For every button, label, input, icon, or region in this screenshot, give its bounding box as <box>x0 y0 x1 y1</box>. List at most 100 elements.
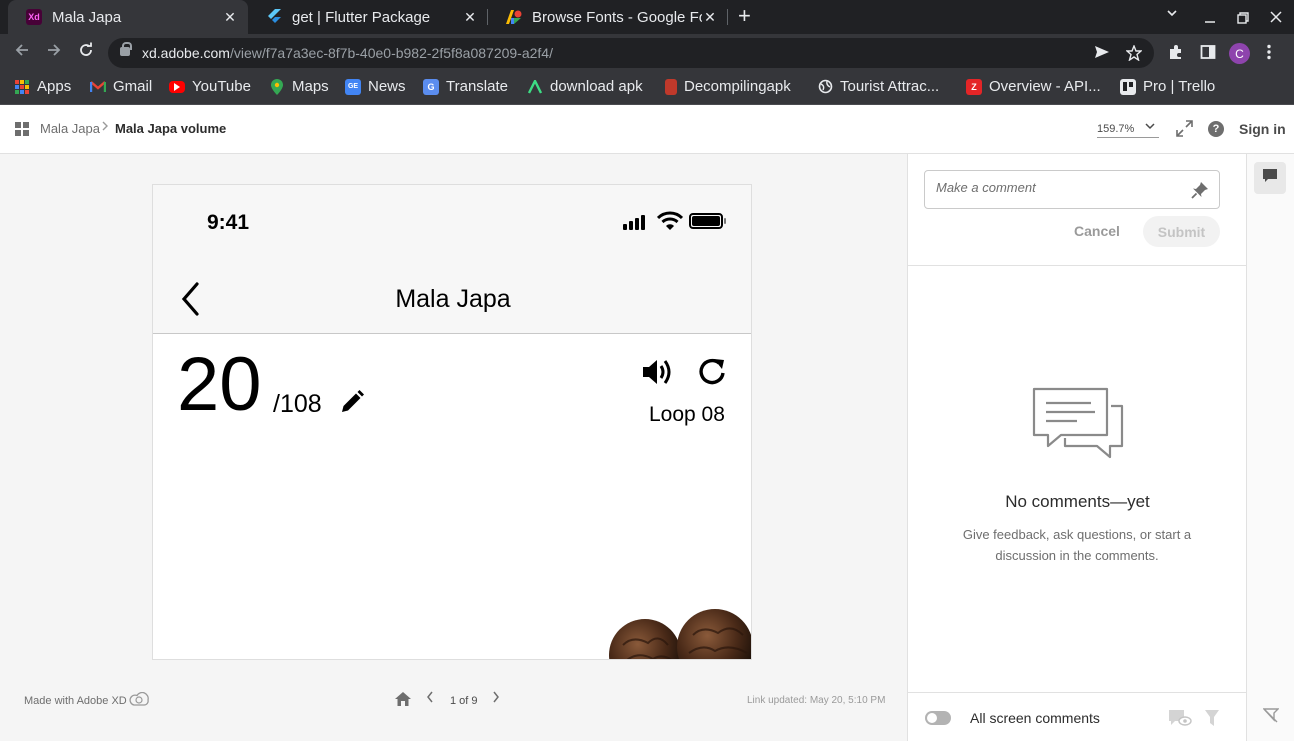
bookmark-label: Overview - API... <box>989 78 1101 95</box>
cancel-button[interactable]: Cancel <box>1074 223 1120 239</box>
divider <box>908 265 1247 266</box>
xd-header: Mala Japa Mala Japa volume 159.7% ? Sign… <box>0 105 1294 154</box>
bookmark-maps[interactable]: Maps <box>269 78 329 95</box>
bookmark-label: News <box>368 78 406 95</box>
close-icon[interactable]: ✕ <box>222 9 238 26</box>
kebab-menu-icon[interactable] <box>1266 44 1272 64</box>
sign-in-link[interactable]: Sign in <box>1239 121 1286 137</box>
breadcrumb-root[interactable]: Mala Japa <box>40 121 100 136</box>
bookmark-label: Decompilingapk <box>684 78 791 95</box>
close-icon[interactable]: ✕ <box>462 9 478 26</box>
wifi-icon <box>656 211 684 236</box>
translate-icon: G <box>423 78 439 95</box>
bookmark-news[interactable]: GE News <box>345 78 406 95</box>
loop-counter: Loop 08 <box>649 403 725 426</box>
bookmark-label: Translate <box>446 78 508 95</box>
help-icon[interactable]: ? <box>1208 121 1224 137</box>
address-bar[interactable]: xd.adobe.com/view/f7a7a3ec-8f7b-40e0-b98… <box>108 38 1154 68</box>
flutter-icon <box>266 9 282 25</box>
bookmark-overview-api[interactable]: Z Overview - API... <box>966 78 1101 95</box>
zoom-value: 159.7% <box>1097 123 1135 135</box>
new-tab-button[interactable]: + <box>738 5 751 27</box>
profile-avatar[interactable]: C <box>1229 43 1250 64</box>
bookmark-decompilingapk[interactable]: Decompilingapk <box>665 78 791 95</box>
comment-input[interactable] <box>936 180 1176 195</box>
trello-icon <box>1120 78 1136 95</box>
bookmark-download-apk[interactable]: download apk <box>527 78 643 95</box>
restore-icon[interactable] <box>1237 11 1249 27</box>
bookmark-trello[interactable]: Pro | Trello <box>1120 78 1215 95</box>
next-screen-icon[interactable] <box>492 690 500 709</box>
edit-pencil-icon[interactable] <box>339 389 365 420</box>
comments-toggle-button[interactable] <box>1254 162 1286 194</box>
chevron-right-icon <box>101 120 109 135</box>
news-icon: GE <box>345 78 361 95</box>
signal-icon <box>623 214 645 230</box>
volume-icon[interactable] <box>641 357 673 392</box>
fullscreen-icon[interactable] <box>1176 120 1193 142</box>
screen-title: Mala Japa <box>395 285 511 313</box>
grid-view-icon[interactable] <box>15 122 29 136</box>
bookmark-star-icon[interactable] <box>1125 44 1143 65</box>
bookmark-label: Maps <box>292 78 329 95</box>
zoom-select[interactable]: 159.7% <box>1097 123 1159 138</box>
tab-flutter-package[interactable]: get | Flutter Package ✕ <box>248 0 488 34</box>
bookmark-apps[interactable]: Apps <box>14 78 71 95</box>
back-arrow-icon[interactable] <box>14 42 30 62</box>
artboard-mala-japa-volume[interactable]: 9:41 Mala Japa 20 /108 Loop 08 <box>152 184 752 660</box>
reload-icon[interactable] <box>78 42 94 62</box>
tab-mala-japa[interactable]: Xd Mala Japa ✕ <box>8 0 248 34</box>
gmail-icon <box>90 79 106 95</box>
send-tab-icon[interactable] <box>1094 45 1110 63</box>
all-screen-comments-toggle[interactable] <box>925 711 951 725</box>
comment-box[interactable] <box>924 170 1220 209</box>
app-bar: 9:41 Mala Japa <box>153 185 751 334</box>
close-window-icon[interactable] <box>1270 10 1282 26</box>
link-updated: Link updated: May 20, 5:10 PM <box>747 695 886 706</box>
empty-state-title: No comments—yet <box>1005 492 1150 511</box>
creative-cloud-icon <box>128 691 150 711</box>
bookmark-label: YouTube <box>192 78 251 95</box>
bookmark-label: Pro | Trello <box>1143 78 1216 95</box>
minimize-icon[interactable] <box>1204 11 1216 27</box>
bookmark-gmail[interactable]: Gmail <box>90 78 152 95</box>
bookmark-label: Gmail <box>113 78 153 95</box>
zoho-icon: Z <box>966 78 982 95</box>
browser-tab-strip: Xd Mala Japa ✕ get | Flutter Package ✕ B… <box>0 0 1294 34</box>
filter-icon[interactable] <box>1204 709 1220 732</box>
google-fonts-icon <box>506 9 522 25</box>
decompile-icon <box>665 78 677 95</box>
japa-count: 20 <box>177 342 262 427</box>
bookmark-translate[interactable]: G Translate <box>423 78 508 95</box>
hide-comments-icon[interactable] <box>1168 709 1192 732</box>
submit-button[interactable]: Submit <box>1143 216 1220 247</box>
comments-footer: All screen comments <box>908 692 1247 741</box>
collapse-panel-icon[interactable] <box>1262 708 1280 729</box>
all-screen-comments-label: All screen comments <box>970 710 1100 726</box>
made-with-adobe-xd[interactable]: Made with Adobe XD <box>24 695 127 707</box>
home-icon[interactable] <box>394 691 412 712</box>
reset-icon[interactable] <box>697 357 729 392</box>
globe-icon <box>817 79 833 95</box>
tab-google-fonts[interactable]: Browse Fonts - Google Fo ✕ <box>488 0 728 34</box>
side-panel-icon[interactable] <box>1200 44 1216 64</box>
rudraksha-beads-image <box>603 605 751 659</box>
empty-state-description: Give feedback, ask questions, or start a… <box>962 527 1192 563</box>
extensions-puzzle-icon[interactable] <box>1168 44 1184 64</box>
tab-search-chevron-icon[interactable] <box>1166 6 1178 22</box>
lock-icon[interactable] <box>120 42 132 56</box>
comments-panel: Cancel Submit No comments—yet Give feedb… <box>907 154 1247 741</box>
close-icon[interactable]: ✕ <box>702 9 718 26</box>
tab-separator <box>727 9 728 25</box>
previous-screen-icon[interactable] <box>426 690 434 709</box>
right-rail <box>1246 154 1294 741</box>
tab-title: get | Flutter Package <box>292 8 431 26</box>
pin-icon[interactable] <box>1190 180 1210 205</box>
tab-title: Browse Fonts - Google Fo <box>532 8 702 26</box>
forward-arrow-icon[interactable] <box>46 42 62 62</box>
bookmark-youtube[interactable]: YouTube <box>169 78 251 95</box>
browser-toolbar: xd.adobe.com/view/f7a7a3ec-8f7b-40e0-b98… <box>0 34 1294 71</box>
screen-pager: 1 of 9 <box>450 695 478 707</box>
comments-empty-icon <box>1031 386 1125 467</box>
bookmark-tourist-attractions[interactable]: Tourist Attrac... <box>817 78 939 95</box>
